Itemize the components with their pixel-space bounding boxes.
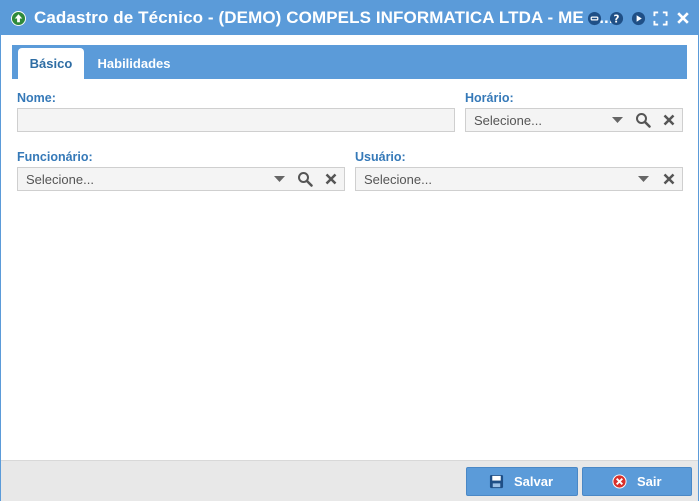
- dialog-footer: Salvar Sair: [1, 460, 698, 501]
- nome-field-wrapper: [17, 108, 455, 132]
- tab-strip: Básico Habilidades: [12, 45, 687, 79]
- clear-icon[interactable]: [660, 112, 678, 128]
- chevron-down-icon[interactable]: [634, 171, 652, 187]
- clear-icon[interactable]: [322, 171, 340, 187]
- dialog-window: Cadastro de Técnico - (DEMO) COMPELS INF…: [0, 0, 699, 501]
- title-bar[interactable]: Cadastro de Técnico - (DEMO) COMPELS INF…: [1, 1, 698, 35]
- close-icon[interactable]: [675, 10, 691, 26]
- exit-button[interactable]: Sair: [582, 467, 692, 496]
- window-title: Cadastro de Técnico - (DEMO) COMPELS INF…: [34, 8, 614, 27]
- horario-placeholder: Selecione...: [474, 113, 542, 128]
- horario-label: Horário:: [465, 91, 514, 105]
- minimize-icon[interactable]: [586, 10, 602, 26]
- search-icon[interactable]: [634, 112, 652, 128]
- horario-combo[interactable]: Selecione...: [465, 108, 683, 132]
- exit-icon: [611, 473, 627, 489]
- usuario-placeholder: Selecione...: [364, 172, 432, 187]
- funcionario-label: Funcionário:: [17, 150, 93, 164]
- svg-text:?: ?: [613, 13, 619, 25]
- tab-basico[interactable]: Básico: [18, 48, 84, 79]
- help-icon[interactable]: ?: [608, 10, 624, 26]
- exit-label: Sair: [637, 474, 662, 489]
- up-arrow-circle-icon: [10, 10, 26, 26]
- funcionario-placeholder: Selecione...: [26, 172, 94, 187]
- save-button[interactable]: Salvar: [466, 467, 578, 496]
- nome-label: Nome:: [17, 91, 56, 105]
- nome-input[interactable]: [18, 109, 454, 131]
- usuario-label: Usuário:: [355, 150, 406, 164]
- tab-habilidades[interactable]: Habilidades: [92, 48, 176, 79]
- search-icon[interactable]: [296, 171, 314, 187]
- chevron-down-icon[interactable]: [608, 112, 626, 128]
- clear-icon[interactable]: [660, 171, 678, 187]
- floppy-disk-icon: [488, 473, 504, 489]
- save-label: Salvar: [514, 474, 554, 489]
- play-icon[interactable]: [630, 10, 646, 26]
- usuario-combo[interactable]: Selecione...: [355, 167, 683, 191]
- funcionario-combo[interactable]: Selecione...: [17, 167, 345, 191]
- chevron-down-icon[interactable]: [270, 171, 288, 187]
- maximize-icon[interactable]: [652, 10, 668, 26]
